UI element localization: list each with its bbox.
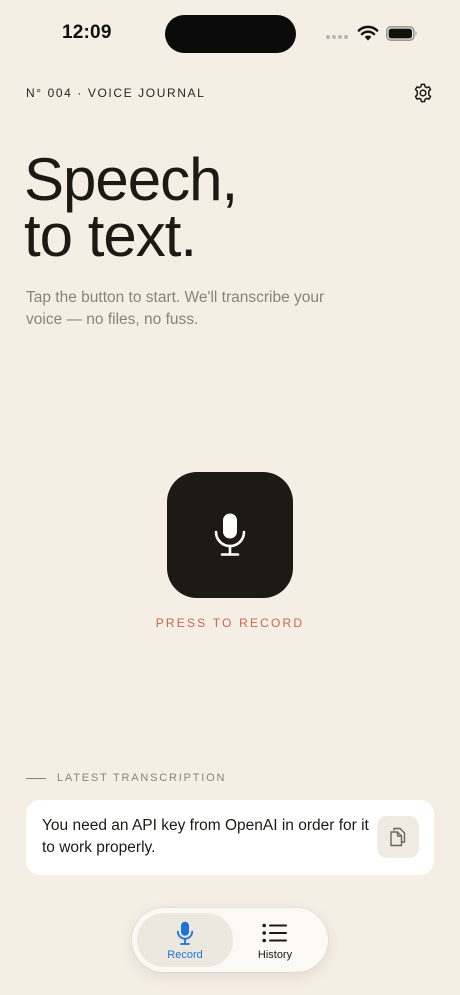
headline-line-2: to text. — [24, 202, 197, 269]
list-icon — [262, 923, 287, 943]
page-subtitle: Tap the button to start. We'll transcrib… — [26, 289, 325, 328]
copy-icon — [390, 827, 406, 847]
dynamic-island — [165, 15, 296, 53]
record-hint: PRESS TO RECORD — [155, 616, 305, 630]
tab-label-record: Record — [167, 949, 203, 961]
record-button[interactable] — [167, 472, 293, 598]
microphone-icon — [176, 921, 194, 945]
cellular-signal-icon — [326, 35, 348, 39]
tab-history[interactable]: History — [227, 913, 323, 967]
gear-icon[interactable] — [412, 82, 434, 104]
battery-icon — [386, 26, 417, 41]
copy-button[interactable] — [377, 816, 419, 858]
section-label-latest: LATEST TRANSCRIPTION — [57, 772, 227, 784]
journal-eyebrow: N° 004 · VOICE JOURNAL — [26, 86, 206, 100]
headline-line-1: Speech, — [24, 146, 238, 213]
status-time: 12:09 — [62, 22, 112, 43]
latest-transcription-card: You need an API key from OpenAI in order… — [26, 800, 434, 875]
section-divider — [26, 778, 46, 779]
transcription-text: You need an API key from OpenAI in order… — [42, 817, 369, 856]
tab-record[interactable]: Record — [137, 913, 233, 967]
microphone-icon — [214, 513, 246, 556]
wifi-icon — [357, 25, 379, 41]
tab-label-history: History — [257, 949, 293, 961]
tab-bar: Record History — [132, 908, 328, 972]
page-title: Speech, to text. — [24, 146, 238, 269]
